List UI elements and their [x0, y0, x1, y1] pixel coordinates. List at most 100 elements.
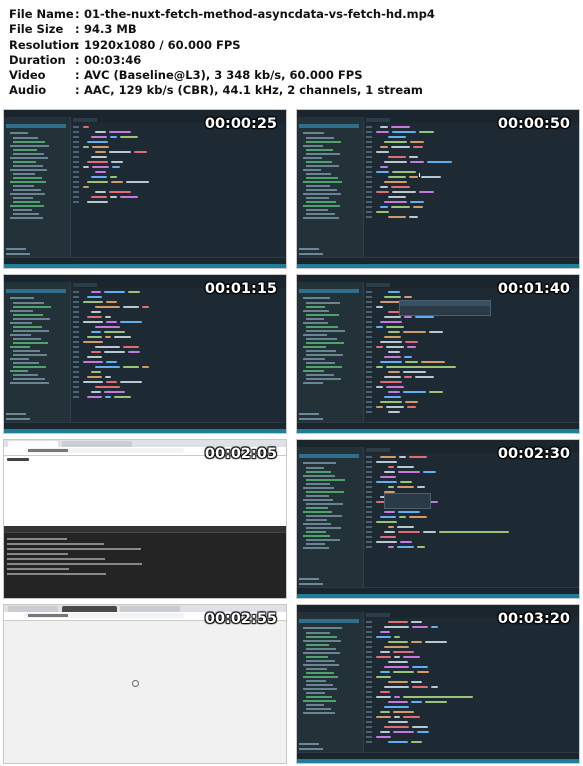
file-tree-item	[13, 330, 49, 332]
line-number	[366, 646, 372, 648]
file-tree-item	[306, 141, 341, 143]
file-tree-item	[303, 217, 339, 219]
code-token	[87, 376, 102, 378]
thumbnail-timestamp: 00:02:05	[204, 446, 277, 462]
file-tree-item	[303, 475, 335, 477]
code-token	[376, 366, 383, 368]
info-separator: :	[75, 68, 80, 83]
console-line	[7, 548, 141, 550]
code-token	[392, 171, 416, 173]
file-tree-item	[303, 511, 332, 513]
code-token	[384, 646, 409, 648]
file-tree-item	[13, 137, 38, 139]
line-number	[366, 136, 372, 138]
code-token	[407, 346, 416, 348]
code-token	[91, 156, 107, 158]
code-token	[393, 711, 414, 713]
code-token	[87, 161, 108, 163]
info-separator: :	[75, 37, 80, 52]
editor-tab	[366, 118, 390, 122]
line-number	[366, 216, 372, 218]
editor-tab	[366, 283, 390, 287]
code-token	[380, 341, 402, 343]
code-token	[376, 636, 391, 638]
open-editors-row	[6, 124, 66, 128]
code-editor	[364, 288, 579, 423]
code-token	[87, 141, 108, 143]
code-token	[120, 321, 142, 323]
code-token	[91, 196, 107, 198]
file-tree-item	[306, 467, 324, 469]
file-tree-item	[306, 350, 336, 352]
code-token	[411, 701, 422, 703]
outline-section	[299, 583, 323, 585]
autocomplete-selected	[400, 301, 490, 306]
console-line	[7, 553, 68, 555]
line-number	[366, 651, 372, 653]
file-tree-item	[306, 338, 337, 340]
code-token	[83, 381, 103, 383]
file-tree-item	[306, 632, 330, 634]
code-token	[380, 691, 390, 693]
file-tree-item	[306, 471, 331, 473]
line-number	[366, 691, 372, 693]
code-token	[388, 466, 394, 468]
code-token	[384, 726, 409, 728]
code-token	[376, 326, 383, 328]
code-token	[128, 351, 140, 353]
line-number	[73, 181, 79, 183]
code-token	[380, 401, 402, 403]
file-tree-item	[306, 330, 345, 332]
code-token	[87, 336, 102, 338]
file-tree-item	[306, 173, 331, 175]
status-bar	[297, 594, 579, 598]
code-token	[123, 346, 139, 348]
file-tree-item	[303, 627, 342, 629]
console-line	[7, 568, 69, 570]
code-token	[397, 486, 414, 488]
line-number	[366, 306, 372, 308]
line-number	[73, 321, 79, 323]
autocomplete-popup	[399, 300, 491, 316]
file-tree-item	[306, 660, 335, 662]
file-tree-item	[10, 169, 47, 171]
video-thumbnail: 00:00:50	[296, 109, 580, 269]
timeline-section	[299, 248, 319, 250]
code-token	[92, 146, 109, 148]
code-token	[111, 181, 123, 183]
outline-section	[299, 748, 323, 750]
video-thumbnail: 00:02:55	[3, 604, 287, 764]
file-tree-item	[306, 306, 325, 308]
code-token	[415, 316, 434, 318]
code-token	[380, 671, 390, 673]
code-token	[397, 466, 414, 468]
file-tree-item	[306, 531, 326, 533]
open-editors-row	[299, 124, 359, 128]
file-tree-item	[306, 165, 339, 167]
file-tree-item	[306, 342, 344, 344]
code-token	[394, 696, 400, 698]
line-number	[366, 291, 372, 293]
code-token	[126, 181, 149, 183]
outline-section	[299, 253, 323, 255]
code-token	[388, 546, 394, 548]
code-token	[384, 626, 409, 628]
panel-bar	[297, 257, 579, 264]
line-number	[73, 301, 79, 303]
line-number	[73, 391, 79, 393]
code-token	[392, 191, 416, 193]
file-info-panel: File Name : 01-the-nuxt-fetch-method-asy…	[9, 7, 435, 99]
line-number	[73, 151, 79, 153]
code-token	[403, 656, 420, 658]
code-token	[384, 296, 401, 298]
line-number	[366, 501, 372, 503]
code-token	[388, 136, 406, 138]
code-token	[431, 686, 438, 688]
line-number	[366, 326, 372, 328]
code-token	[384, 511, 395, 513]
file-tree-item	[303, 334, 327, 336]
line-number	[366, 191, 372, 193]
code-token	[91, 351, 101, 353]
file-tree-item	[303, 523, 331, 525]
file-tree-item	[306, 137, 334, 139]
